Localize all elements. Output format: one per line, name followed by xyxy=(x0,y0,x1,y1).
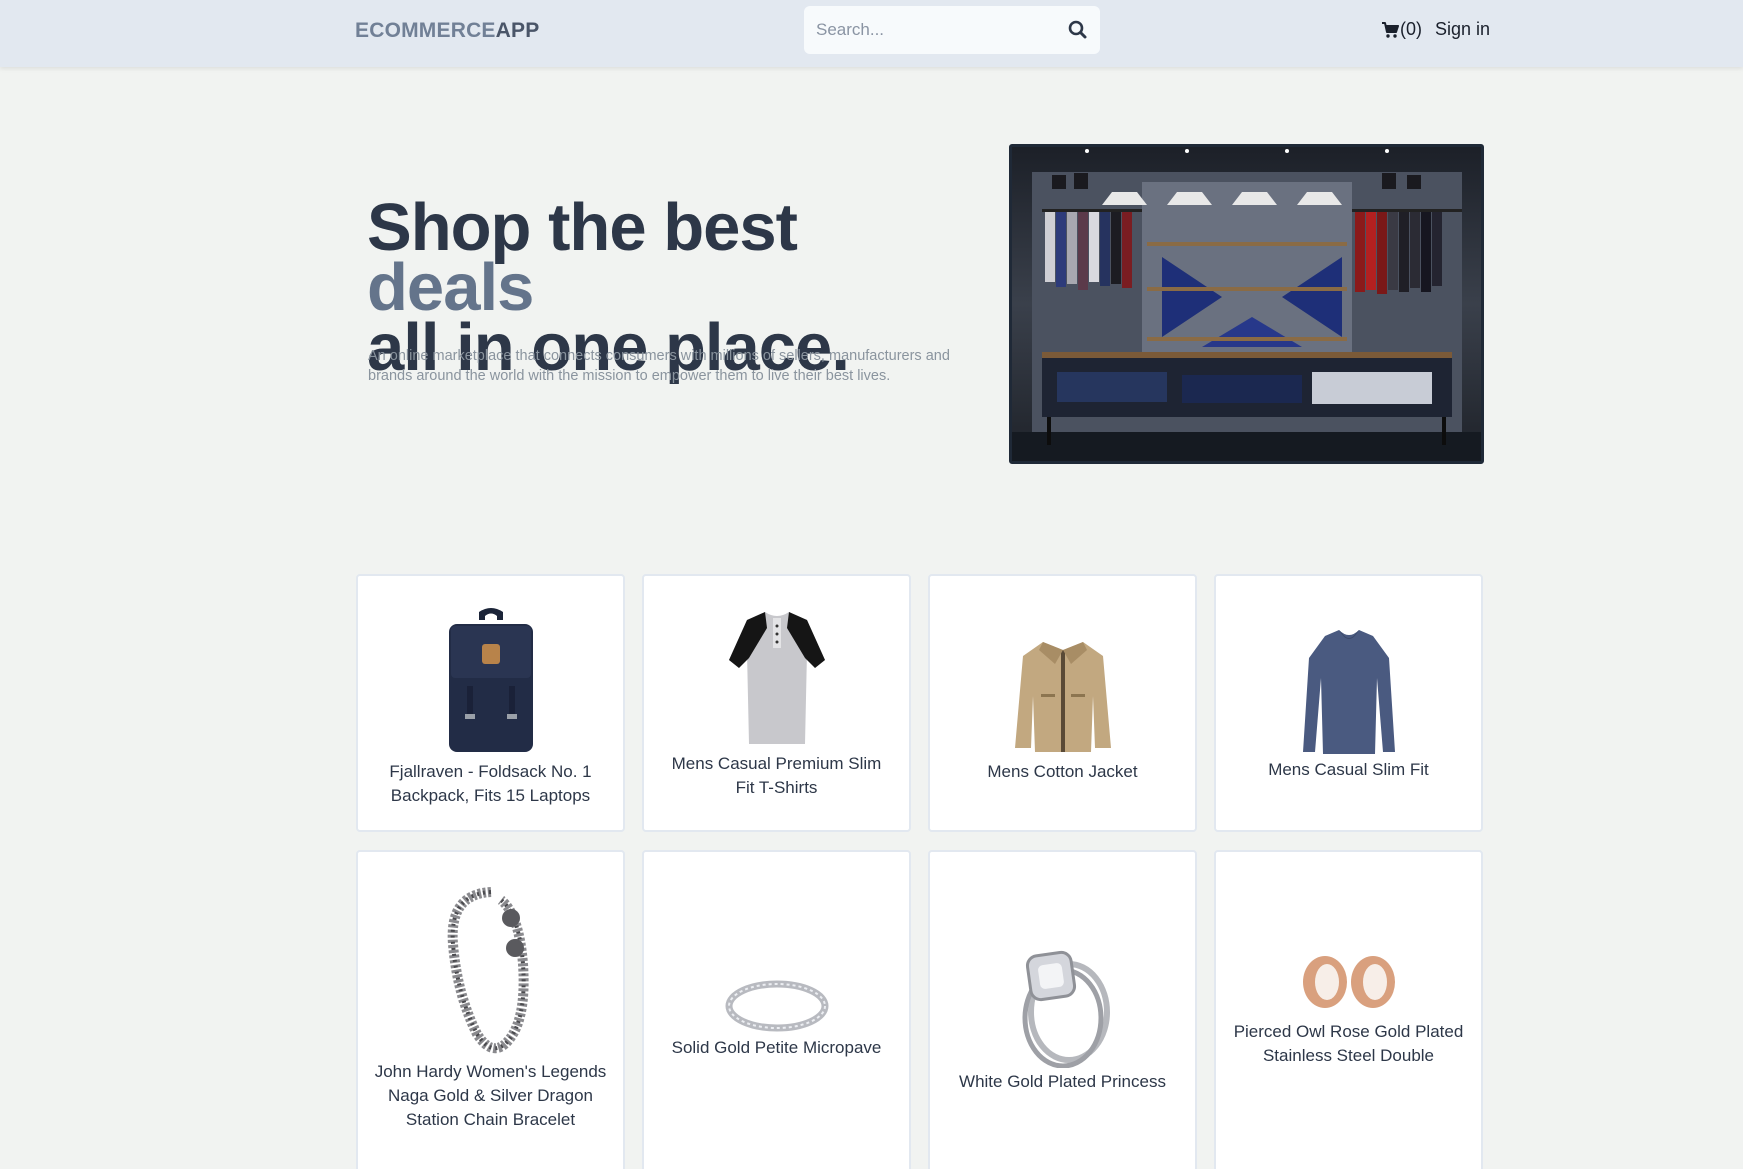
sign-in-link[interactable]: Sign in xyxy=(1435,19,1490,40)
search-bar xyxy=(804,6,1100,54)
ring-icon xyxy=(725,980,828,1032)
product-name: Solid Gold Petite Micropave xyxy=(671,1038,882,1057)
hero-store-image xyxy=(1009,144,1484,464)
store-interior-illustration xyxy=(1012,147,1481,461)
product-card[interactable]: Pierced Owl Rose Gold Plated Stainless S… xyxy=(1214,850,1483,1169)
top-navbar: ECOMMERCEAPP (0) Sign in xyxy=(0,0,1743,67)
diamond-ring-icon xyxy=(1022,950,1110,1068)
jacket-icon xyxy=(1014,642,1111,752)
product-name: White Gold Plated Princess xyxy=(959,1072,1166,1091)
product-name: John Hardy Women's Legends Naga Gold & S… xyxy=(374,1062,607,1129)
cart-icon xyxy=(1382,21,1399,38)
long-sleeve-shirt-icon xyxy=(1302,630,1395,754)
app-logo[interactable]: ECOMMERCEAPP xyxy=(355,19,539,43)
search-button[interactable] xyxy=(1066,18,1090,42)
product-name: Mens Casual Slim Fit xyxy=(1268,760,1429,779)
product-name: Mens Casual Premium Slim Fit T-Shirts xyxy=(671,754,882,797)
cart-count: (0) xyxy=(1400,19,1422,39)
product-card[interactable]: Mens Cotton Jacket xyxy=(928,574,1197,832)
t-shirt-icon xyxy=(728,612,825,744)
search-icon xyxy=(1068,20,1087,39)
product-name: Pierced Owl Rose Gold Plated Stainless S… xyxy=(1233,1022,1464,1065)
backpack-icon xyxy=(448,608,533,752)
logo-prefix: ECOMMERCE xyxy=(355,19,496,42)
product-name: Fjallraven - Foldsack No. 1 Backpack, Fi… xyxy=(389,762,592,805)
product-card[interactable]: White Gold Plated Princess xyxy=(928,850,1197,1169)
product-card[interactable]: Fjallraven - Foldsack No. 1 Backpack, Fi… xyxy=(356,574,625,832)
search-input[interactable] xyxy=(804,6,1054,54)
product-card[interactable]: John Hardy Women's Legends Naga Gold & S… xyxy=(356,850,625,1169)
bracelet-icon xyxy=(447,887,529,1054)
product-card[interactable]: Solid Gold Petite Micropave xyxy=(642,850,911,1169)
logo-suffix: APP xyxy=(495,19,540,42)
ear-plugs-icon xyxy=(1302,956,1395,1008)
product-card[interactable]: Mens Casual Slim Fit xyxy=(1214,574,1483,832)
cart-button[interactable]: (0) xyxy=(1381,19,1422,40)
hero-description: An online marketplace that connects cons… xyxy=(368,348,950,384)
product-card[interactable]: Mens Casual Premium Slim Fit T-Shirts xyxy=(642,574,911,832)
product-name: Mens Cotton Jacket xyxy=(987,762,1138,781)
